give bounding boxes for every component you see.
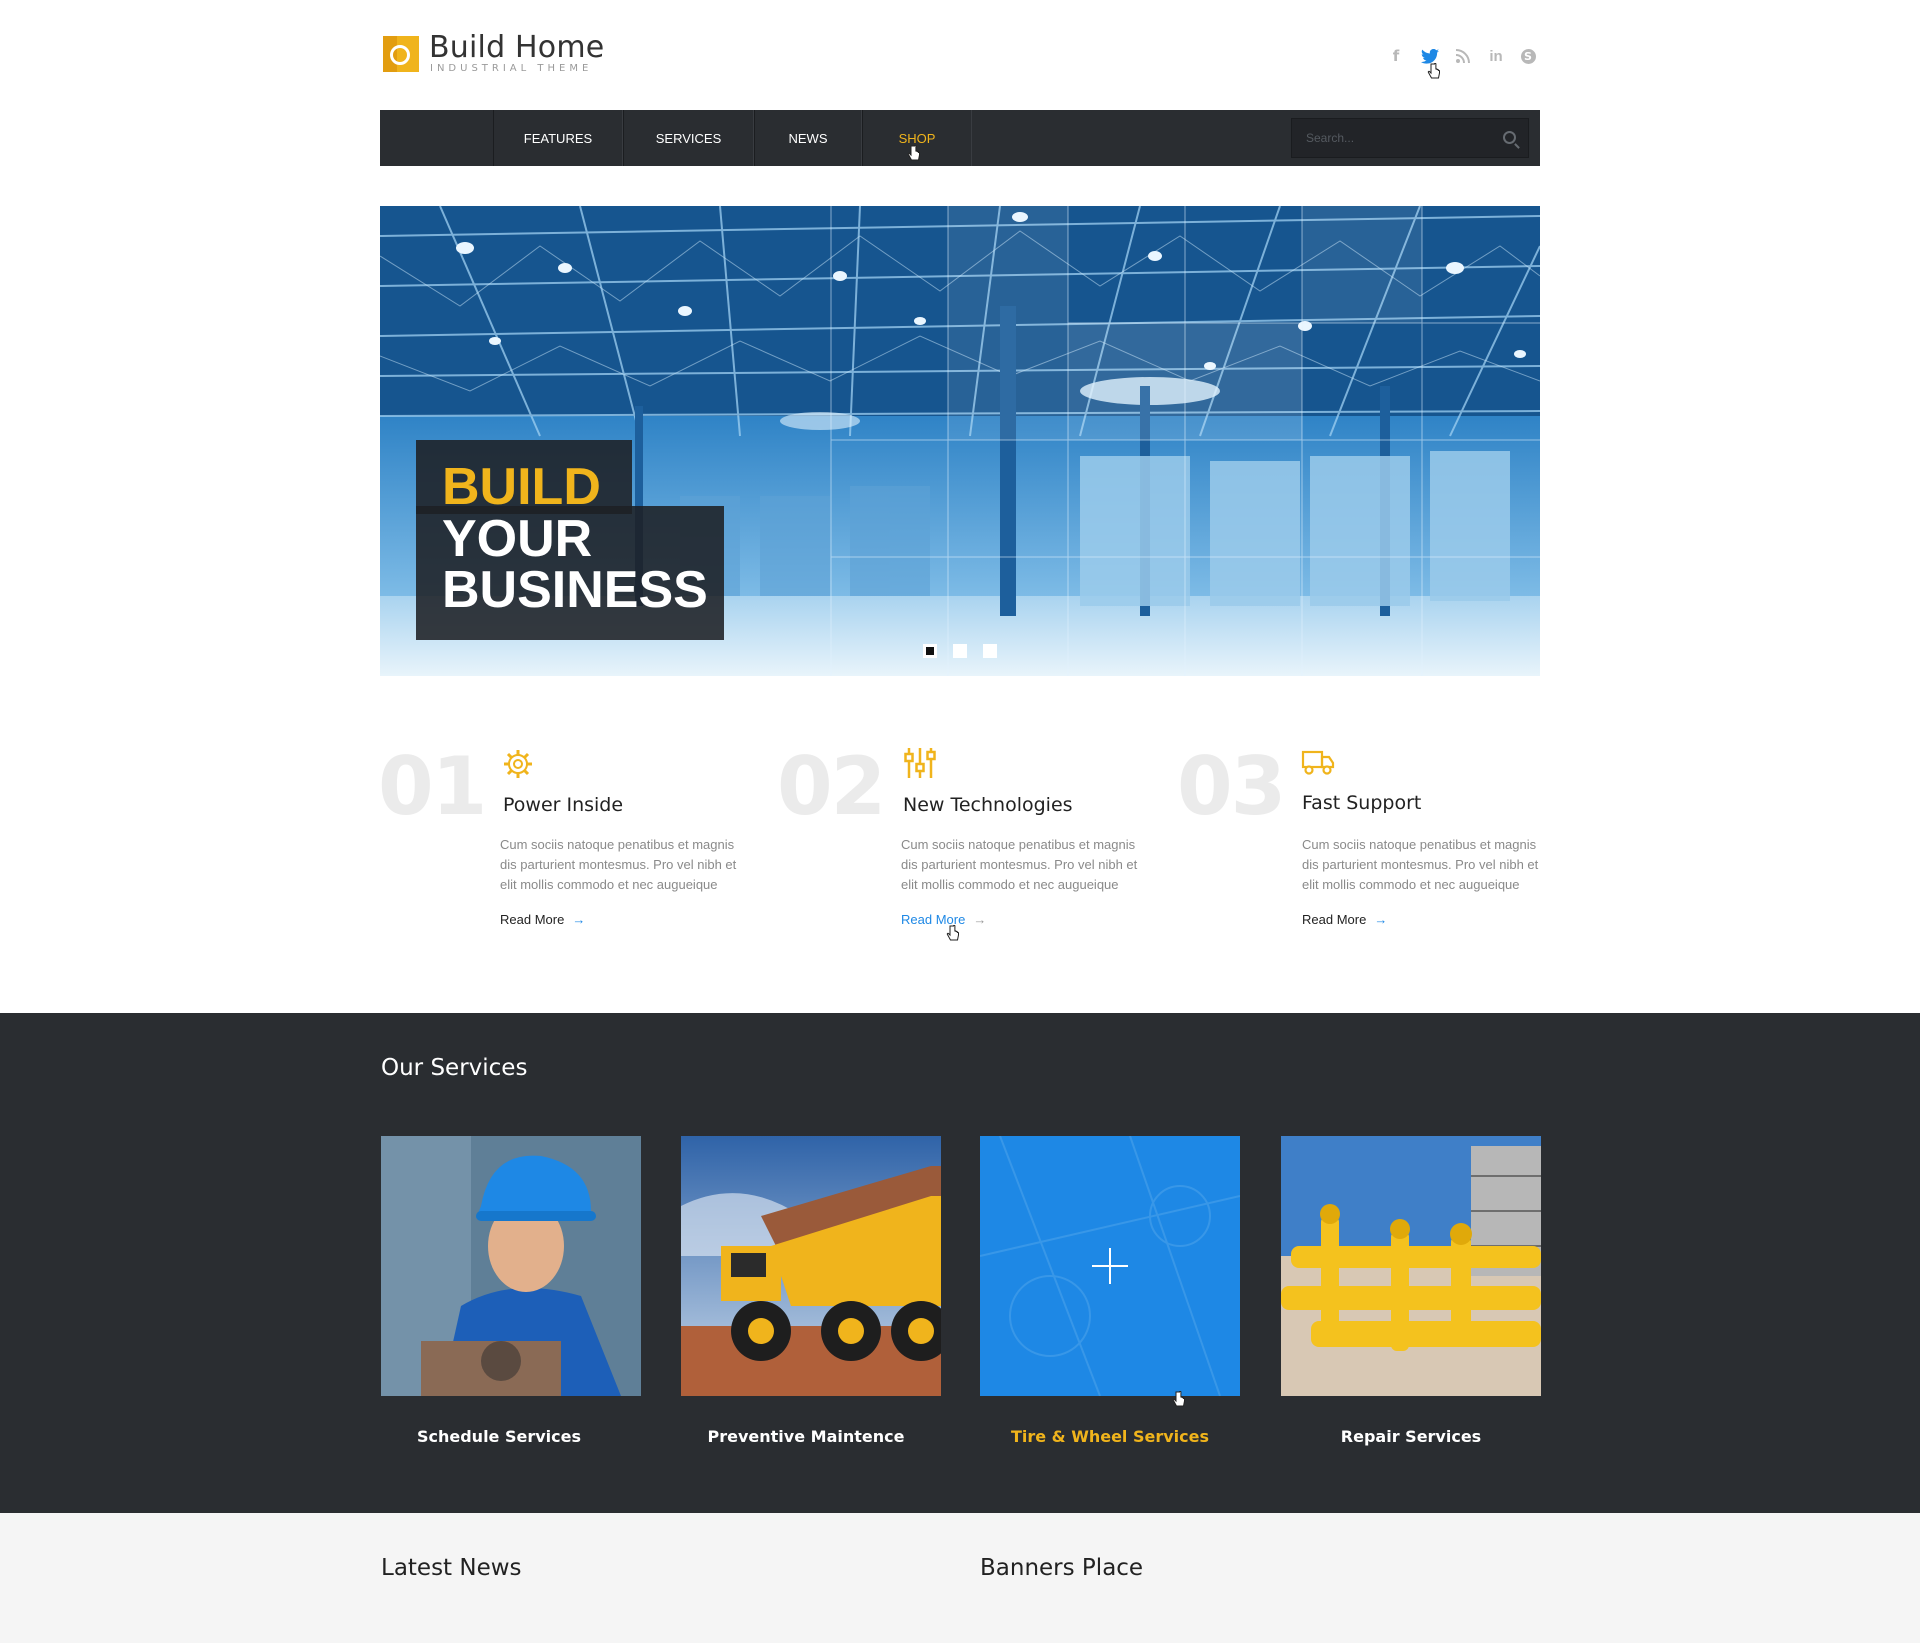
linkedin-icon[interactable]: in xyxy=(1484,44,1508,68)
bottom-section: Latest News Banners Place xyxy=(0,1513,1920,1643)
arrow-right-icon: → xyxy=(572,912,586,927)
logo-icon[interactable] xyxy=(383,36,419,72)
services-section: Our Services Schedule Services Preventiv… xyxy=(0,1013,1920,1513)
service-image-preventive[interactable] xyxy=(681,1136,941,1396)
dump-truck-photo xyxy=(681,1136,941,1396)
feature-text: Cum sociis natoque penatibus et magnis d… xyxy=(1302,837,1539,892)
read-more-label: Read More xyxy=(1302,912,1367,927)
banners-title: Banners Place xyxy=(980,1555,1144,1581)
worker-photo xyxy=(381,1136,641,1396)
service-label[interactable]: Schedule Services xyxy=(369,1427,629,1446)
hand-cursor-icon xyxy=(907,145,920,161)
facebook-icon[interactable]: f xyxy=(1384,44,1408,68)
section-title: Our Services xyxy=(381,1055,528,1081)
hand-cursor-icon xyxy=(1427,63,1440,79)
truck-icon xyxy=(1301,750,1335,775)
nav-item-news[interactable]: NEWS xyxy=(754,110,862,166)
service-image-tire-wheel[interactable] xyxy=(980,1136,1240,1396)
sliders-icon xyxy=(904,748,936,778)
rss-glyph xyxy=(1456,49,1470,63)
nav-item-services[interactable]: SERVICES xyxy=(623,110,754,166)
plus-overlay xyxy=(980,1136,1240,1396)
feature-text: Cum sociis natoque penatibus et magnis d… xyxy=(901,837,1138,892)
feature-title: New Technologies xyxy=(903,794,1073,816)
slider-dot-3[interactable] xyxy=(983,644,997,658)
read-more-link[interactable]: Read More → xyxy=(1302,912,1387,927)
skype-icon[interactable]: S xyxy=(1516,44,1540,68)
pipes-photo xyxy=(1281,1136,1541,1396)
hand-cursor-icon xyxy=(1172,1391,1185,1407)
search-icon[interactable] xyxy=(1503,131,1516,144)
logo-subtitle: INDUSTRIAL THEME xyxy=(430,63,593,74)
logo-title[interactable]: Build Home xyxy=(429,30,604,65)
main-nav: FEATURES SERVICES NEWS SHOP xyxy=(380,110,1540,166)
facebook-glyph: f xyxy=(1392,47,1400,65)
feature-number: 03 xyxy=(1177,740,1286,833)
service-label[interactable]: Preventive Maintence xyxy=(676,1427,936,1446)
service-image-schedule[interactable] xyxy=(381,1136,641,1396)
hero-headline-line3: BUSINESS xyxy=(442,561,708,619)
hero-headline-line1: BUILD xyxy=(442,458,601,516)
feature-number: 02 xyxy=(777,740,886,833)
feature-number: 01 xyxy=(378,740,487,833)
hand-cursor-icon xyxy=(946,925,959,941)
rss-icon[interactable] xyxy=(1451,44,1475,68)
hero-slider: BUILD YOUR BUSINESS xyxy=(380,206,1540,676)
feature-title: Power Inside xyxy=(503,794,624,816)
search-box xyxy=(1291,118,1529,158)
search-input[interactable] xyxy=(1292,119,1506,157)
arrow-right-icon: → xyxy=(1374,912,1388,927)
read-more-link[interactable]: Read More → xyxy=(500,912,585,927)
hero-headline-line2: YOUR xyxy=(442,510,593,568)
feature-title: Fast Support xyxy=(1302,792,1422,814)
twitter-bird xyxy=(1421,48,1439,64)
service-label[interactable]: Tire & Wheel Services xyxy=(980,1427,1240,1446)
service-image-repair[interactable] xyxy=(1281,1136,1541,1396)
feature-text: Cum sociis natoque penatibus et magnis d… xyxy=(500,837,737,892)
slider-dot-1[interactable] xyxy=(923,644,937,658)
arrow-right-icon: → xyxy=(973,912,987,927)
slider-dot-2[interactable] xyxy=(953,644,967,658)
linkedin-glyph: in xyxy=(1489,47,1503,65)
gear-icon xyxy=(504,750,532,778)
read-more-link[interactable]: Read More → xyxy=(901,912,986,927)
latest-news-title: Latest News xyxy=(381,1555,522,1581)
service-label[interactable]: Repair Services xyxy=(1281,1427,1541,1446)
skype-glyph: S xyxy=(1520,48,1536,64)
read-more-label: Read More xyxy=(500,912,565,927)
nav-item-features[interactable]: FEATURES xyxy=(493,110,623,166)
